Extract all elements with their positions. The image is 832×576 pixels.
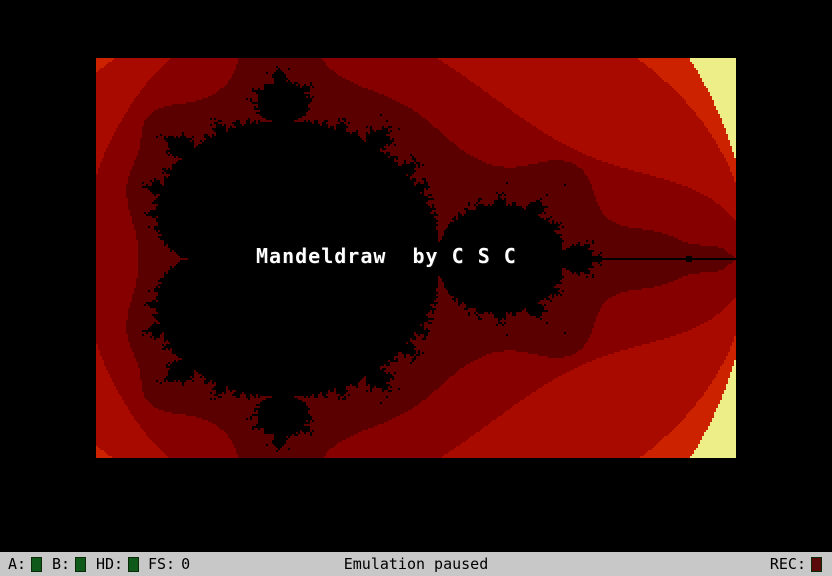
rec-indicator: REC: (770, 552, 822, 576)
rec-led-icon (811, 556, 822, 572)
rec-label: REC: (769, 555, 806, 573)
emulation-status-text: Emulation paused (343, 555, 489, 573)
status-bar: A: B: HD: FS: 0 Emulation paused REC: (0, 552, 832, 576)
program-title-text: Mandeldraw by C S C (256, 244, 517, 268)
emulator-screen: Mandeldraw by C S C (96, 58, 736, 458)
